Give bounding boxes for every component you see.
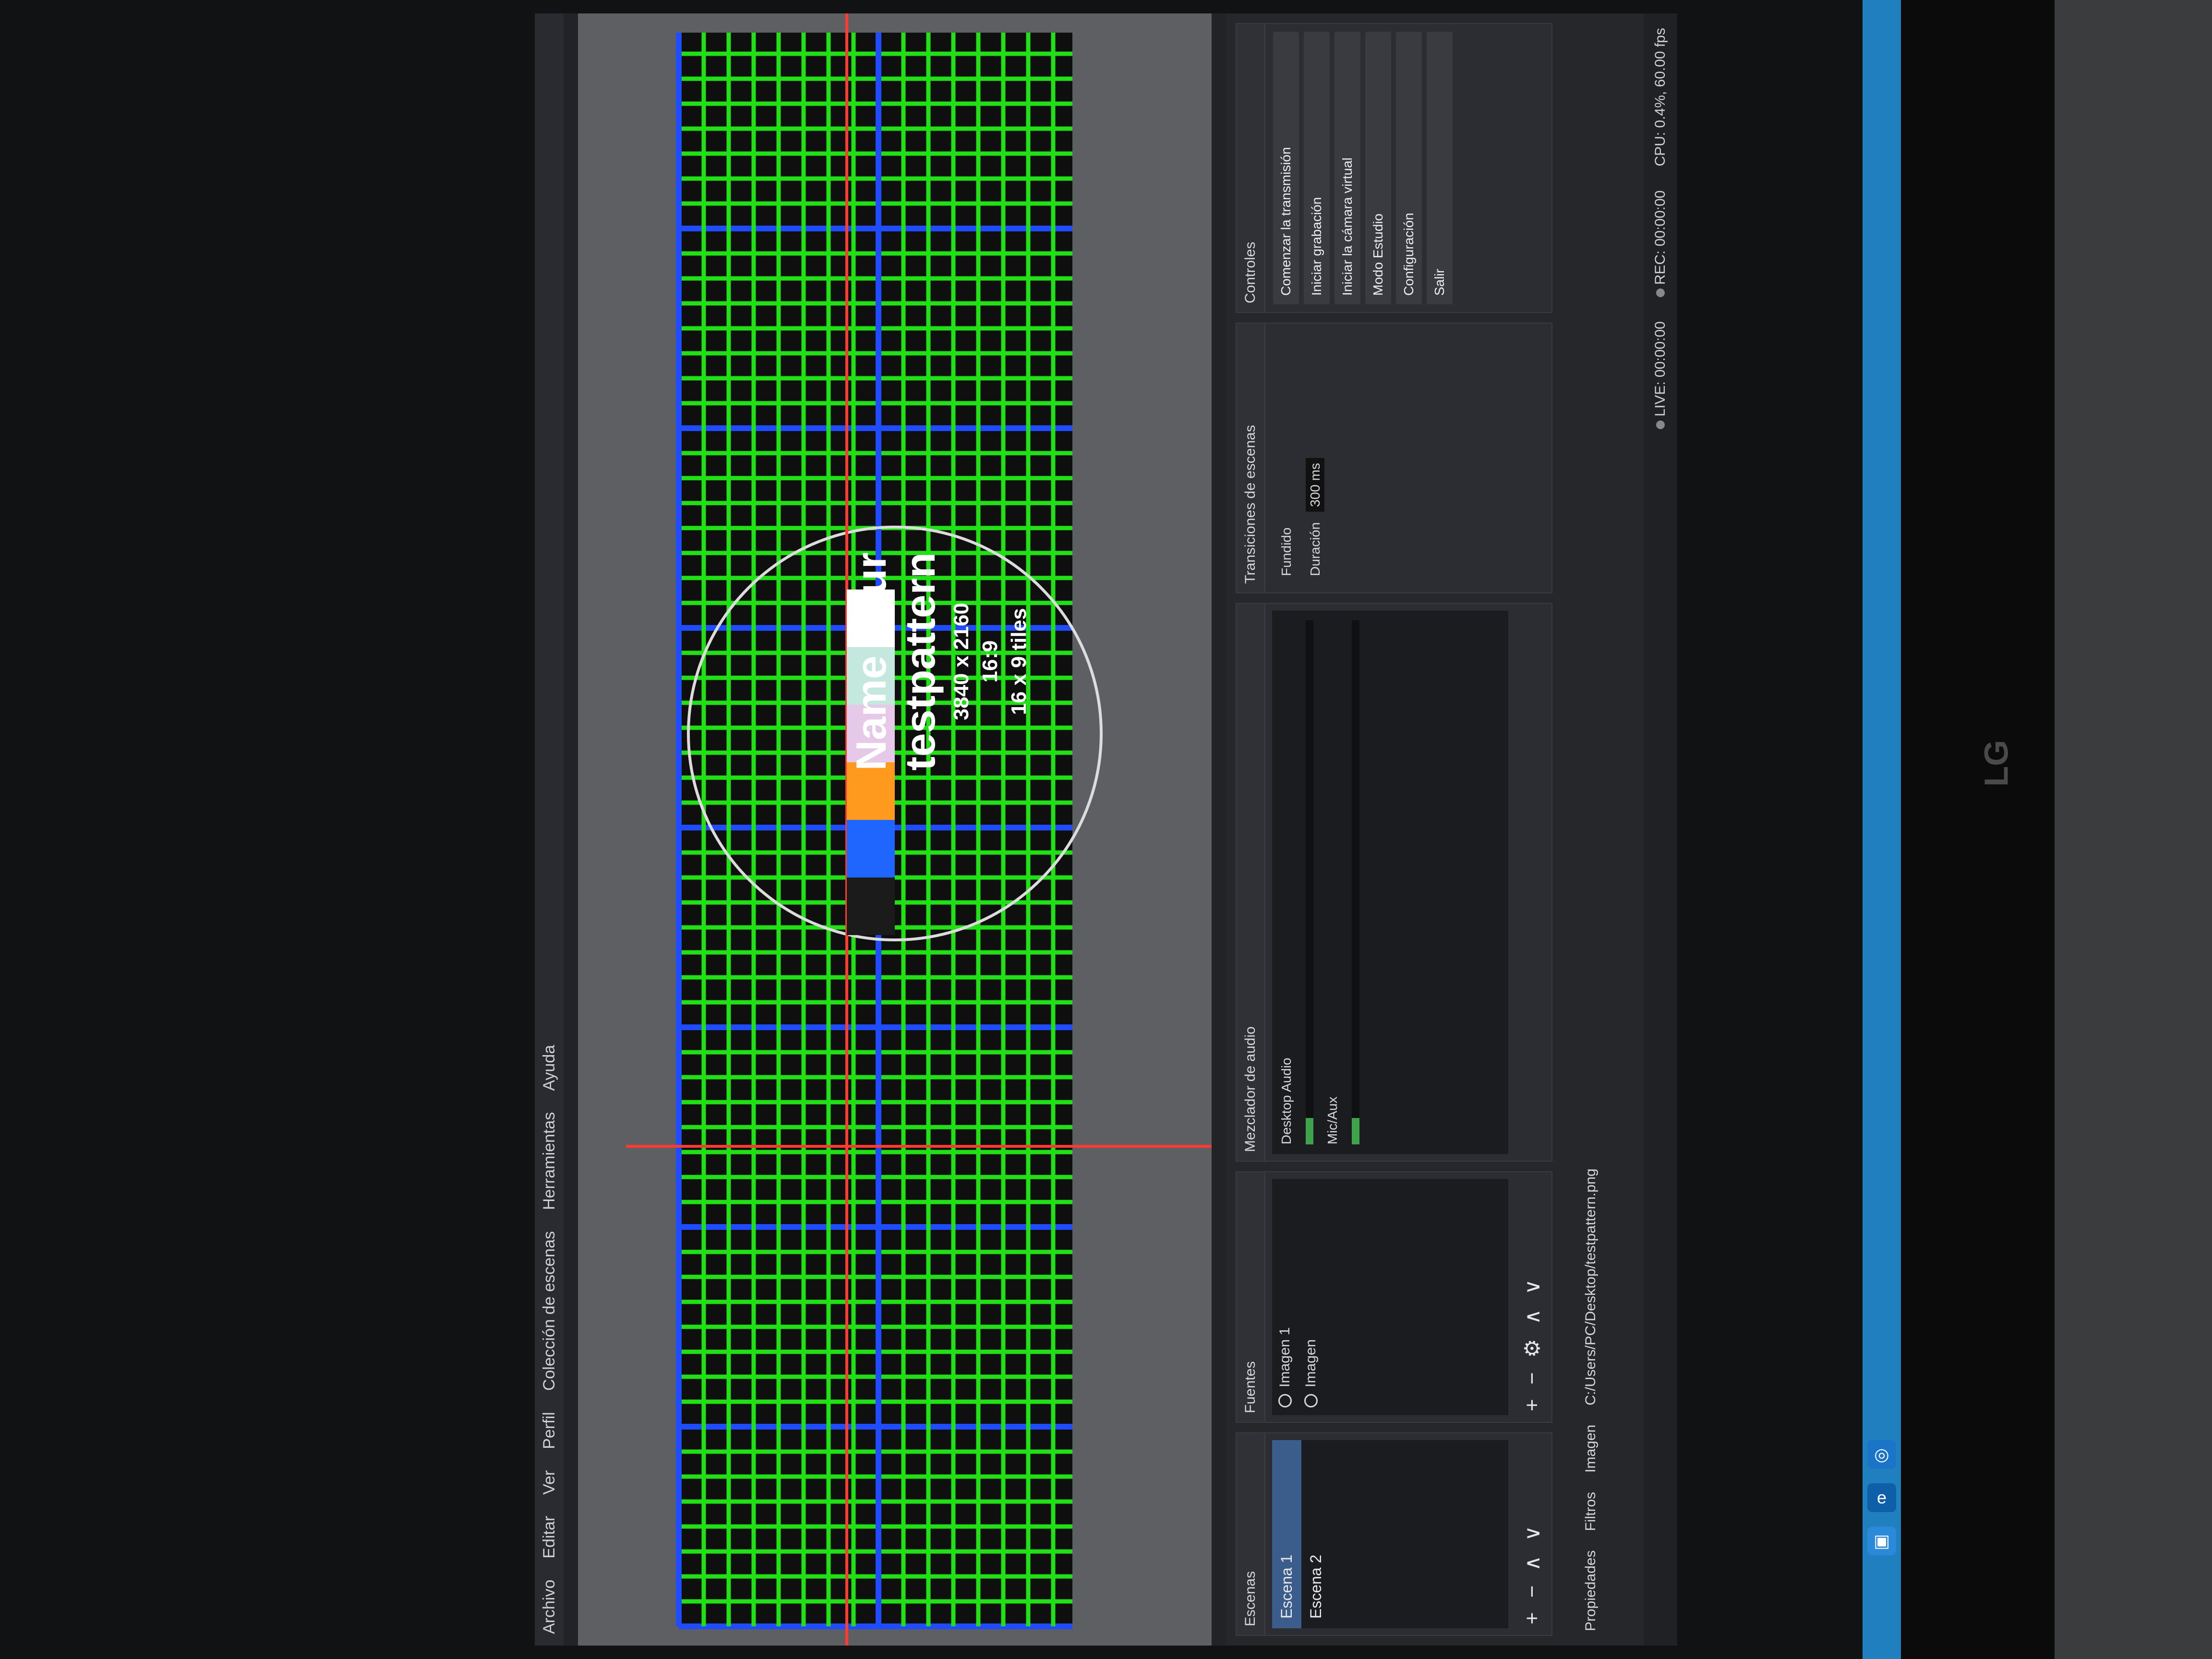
- status-bar: LIVE: 00:00:00 REC: 00:00:00 CPU: 0.4%, …: [1644, 13, 1677, 1646]
- image-file-label: Imagen: [1583, 1424, 1599, 1473]
- transitions-dock: Transiciones de escenas Fundido Duración…: [1236, 323, 1552, 593]
- remove-scene-button[interactable]: −: [1520, 1586, 1544, 1598]
- scenes-footer: + − ∧ ∨: [1513, 1433, 1551, 1635]
- scenes-dock: Escenas Escena 1 Escena 2 + − ∧ ∨: [1236, 1432, 1552, 1636]
- docks-area: Escenas Escena 1 Escena 2 + − ∧ ∨ Fuente…: [1226, 13, 1677, 1646]
- scene-item-1[interactable]: Escena 1: [1272, 1440, 1301, 1628]
- menu-coleccion[interactable]: Colección de escenas: [540, 1231, 559, 1391]
- filters-button[interactable]: Filtros: [1583, 1492, 1599, 1531]
- rec-dot-icon: [1656, 289, 1665, 298]
- live-status: LIVE: 00:00:00: [1652, 321, 1669, 429]
- mixer-row-mic: Mic/Aux: [1325, 1096, 1340, 1144]
- menu-perfil[interactable]: Perfil: [540, 1412, 559, 1449]
- transition-type[interactable]: Fundido: [1272, 330, 1301, 586]
- sources-title: Fuentes: [1237, 1172, 1265, 1422]
- transitions-title: Transiciones de escenas: [1237, 324, 1265, 592]
- background-room: [2055, 0, 2212, 1659]
- rec-status: REC: 00:00:00: [1652, 191, 1669, 298]
- duration-label: Duración: [1308, 522, 1322, 576]
- start-virtual-camera-button[interactable]: Iniciar la cámara virtual: [1334, 32, 1360, 304]
- mixer-row-desktop: Desktop Audio: [1279, 1058, 1294, 1144]
- visibility-eye-icon[interactable]: [1304, 1394, 1318, 1407]
- source-toolbar: Propiedades Filtros Imagen C:/Users/PC/D…: [1562, 13, 1620, 1646]
- source-label-1: Imagen 1: [1277, 1327, 1293, 1387]
- controls-list: Comenzar la transmisión Iniciar grabació…: [1265, 24, 1453, 312]
- move-up-icon[interactable]: ∧: [1520, 1309, 1545, 1324]
- audio-meter-mic: [1352, 620, 1359, 1144]
- scene-item-2[interactable]: Escena 2: [1301, 1440, 1331, 1628]
- transitions-body: Fundido Duración 300 ms: [1272, 330, 1508, 586]
- source-label-2: Imagen: [1303, 1339, 1319, 1387]
- taskbar-store-icon[interactable]: ▣: [1867, 1527, 1896, 1555]
- pattern-tiles: 16 x 9 tiles: [1007, 608, 1031, 715]
- properties-button[interactable]: Propiedades: [1583, 1551, 1599, 1631]
- remove-source-button[interactable]: −: [1520, 1372, 1544, 1385]
- menu-bar: Archivo Editar Ver Perfil Colección de e…: [535, 13, 564, 1646]
- live-dot-icon: [1656, 420, 1665, 429]
- dock-row: Escenas Escena 1 Escena 2 + − ∧ ∨ Fuente…: [1226, 13, 1562, 1646]
- source-settings-gear-icon[interactable]: ⚙: [1520, 1339, 1545, 1358]
- mixer-dock: Mezclador de audio Desktop Audio Mic/Aux: [1236, 603, 1552, 1162]
- rec-time: REC: 00:00:00: [1652, 190, 1668, 285]
- mixer-body: Desktop Audio Mic/Aux: [1272, 611, 1508, 1154]
- menu-herramientas[interactable]: Herramientas: [540, 1112, 559, 1210]
- move-up-icon[interactable]: ∧: [1520, 1555, 1545, 1571]
- photo-scene: Archivo Editar Ver Perfil Colección de e…: [0, 0, 2212, 1659]
- move-down-icon[interactable]: ∨: [1520, 1526, 1545, 1541]
- pattern-title: Name your testpattern: [847, 552, 944, 771]
- sources-list: Imagen 1 Imagen: [1272, 1179, 1508, 1415]
- audio-meter-desktop: [1306, 620, 1313, 1144]
- add-scene-button[interactable]: +: [1520, 1612, 1544, 1624]
- taskbar-edge-icon[interactable]: e: [1867, 1483, 1896, 1512]
- cpu-status: CPU: 0.4%, 60.00 fps: [1652, 28, 1668, 167]
- duration-input[interactable]: 300 ms: [1306, 458, 1324, 512]
- menu-archivo[interactable]: Archivo: [540, 1580, 559, 1634]
- controls-title: Controles: [1237, 24, 1265, 312]
- visibility-eye-icon[interactable]: [1278, 1394, 1292, 1407]
- pattern-text: Name your testpattern 3840 x 2160 16:9 1…: [847, 445, 1031, 878]
- add-source-button[interactable]: +: [1520, 1399, 1544, 1411]
- sources-dock: Fuentes Imagen 1 Imagen + − ⚙ ∧ ∨: [1236, 1171, 1552, 1423]
- mixer-title: Mezclador de audio: [1237, 604, 1265, 1161]
- meter-level: [1352, 1118, 1359, 1144]
- source-row-2[interactable]: Imagen: [1298, 1179, 1324, 1415]
- obs-window: Archivo Editar Ver Perfil Colección de e…: [535, 13, 1677, 1646]
- menu-editar[interactable]: Editar: [540, 1516, 559, 1559]
- monitor-bezel: [1901, 0, 2055, 1659]
- pattern-resolution: 3840 x 2160: [950, 602, 973, 721]
- taskbar-obs-icon[interactable]: ◎: [1867, 1440, 1896, 1469]
- start-recording-button[interactable]: Iniciar grabación: [1304, 32, 1330, 304]
- color-swatch: [847, 878, 895, 935]
- sources-footer: + − ⚙ ∧ ∨: [1513, 1172, 1551, 1422]
- taskbar: [1863, 0, 1901, 1659]
- settings-button[interactable]: Configuración: [1396, 32, 1422, 304]
- scenes-list: Escena 1 Escena 2: [1272, 1440, 1508, 1628]
- controls-dock: Controles Comenzar la transmisión Inicia…: [1236, 23, 1552, 313]
- image-path: C:/Users/PC/Desktop/testpattern.png: [1583, 1168, 1599, 1406]
- start-streaming-button[interactable]: Comenzar la transmisión: [1273, 32, 1299, 304]
- pattern-aspect: 16:9: [978, 640, 1002, 683]
- move-down-icon[interactable]: ∨: [1520, 1279, 1545, 1295]
- source-row-1[interactable]: Imagen 1: [1272, 1179, 1298, 1415]
- meter-level: [1306, 1118, 1313, 1144]
- live-time: LIVE: 00:00:00: [1652, 321, 1668, 417]
- preview-area[interactable]: Name your testpattern 3840 x 2160 16:9 1…: [578, 13, 1212, 1646]
- scenes-title: Escenas: [1237, 1433, 1265, 1635]
- studio-mode-button[interactable]: Modo Estudio: [1365, 32, 1391, 304]
- transition-duration: Duración 300 ms: [1301, 330, 1330, 586]
- exit-button[interactable]: Salir: [1427, 32, 1453, 304]
- menu-ver[interactable]: Ver: [540, 1470, 559, 1495]
- menu-ayuda[interactable]: Ayuda: [540, 1045, 559, 1091]
- monitor-brand-logo: LG: [1977, 740, 2015, 787]
